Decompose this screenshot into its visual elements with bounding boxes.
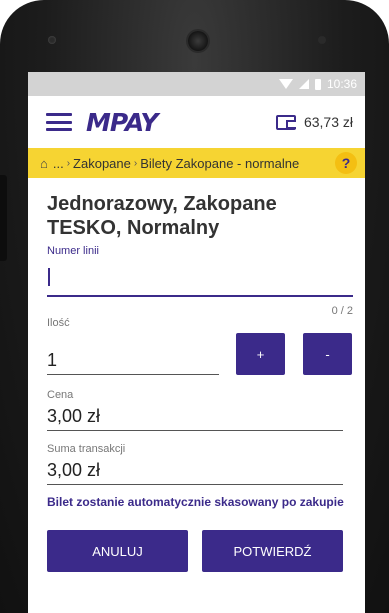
quantity-label: Ilość: [47, 317, 70, 329]
text-cursor: [48, 268, 50, 286]
line-number-counter: 0 / 2: [331, 305, 353, 317]
breadcrumb-item-zakopane[interactable]: Zakopane: [73, 156, 131, 171]
signal-icon: [298, 79, 309, 89]
breadcrumb-item-current: Bilety Zakopane - normalne: [140, 155, 300, 171]
status-time: 10:36: [326, 77, 357, 91]
total-value: 3,00 zł: [47, 455, 343, 485]
line-number-input[interactable]: [47, 257, 353, 297]
wallet-balance[interactable]: 63,73 zł: [275, 114, 353, 130]
ticket-form: Jednorazowy, Zakopane TESKO, Normalny Nu…: [28, 178, 365, 572]
proximity-sensor: [318, 36, 326, 44]
breadcrumb-ellipsis[interactable]: ...: [53, 156, 64, 171]
status-bar: 10:36: [28, 72, 365, 96]
earpiece: [48, 36, 56, 44]
screen: 10:36 MPAY 63,73 zł ⌂ ... › Zakopane › B…: [28, 72, 365, 613]
breadcrumb: ⌂ ... › Zakopane › Bilety Zakopane - nor…: [28, 148, 365, 178]
battery-icon: [314, 78, 321, 90]
confirm-button[interactable]: POTWIERDŹ: [202, 530, 343, 572]
quantity-minus-button[interactable]: -: [303, 333, 352, 375]
help-button[interactable]: ?: [335, 152, 357, 174]
quantity-plus-button[interactable]: +: [236, 333, 285, 375]
chevron-right-icon: ›: [66, 157, 71, 169]
quantity-stepper: 1 + -: [47, 333, 353, 375]
side-button: [0, 175, 7, 261]
wifi-icon: [278, 79, 293, 89]
price-label: Cena: [47, 389, 74, 401]
balance-amount: 63,73 zł: [303, 114, 353, 130]
chevron-right-icon: ›: [133, 157, 138, 169]
phone-frame: 10:36 MPAY 63,73 zł ⌂ ... › Zakopane › B…: [0, 0, 389, 613]
front-camera: [188, 31, 208, 51]
home-icon[interactable]: ⌂: [40, 156, 48, 171]
auto-validate-note: Bilet zostanie automatycznie skasowany p…: [47, 495, 344, 509]
action-buttons: ANULUJ POTWIERDŹ: [47, 530, 353, 572]
ticket-title: Jednorazowy, Zakopane TESKO, Normalny: [47, 193, 277, 239]
line-number-label: Numer linii: [47, 245, 99, 257]
price-value: 3,00 zł: [47, 401, 343, 431]
wallet-icon: [275, 114, 296, 130]
app-bar: MPAY 63,73 zł: [28, 96, 365, 148]
total-label: Suma transakcji: [47, 443, 126, 455]
menu-icon[interactable]: [46, 113, 72, 131]
cancel-button[interactable]: ANULUJ: [47, 530, 188, 572]
app-logo: MPAY: [86, 107, 158, 137]
quantity-input[interactable]: 1: [47, 345, 219, 375]
